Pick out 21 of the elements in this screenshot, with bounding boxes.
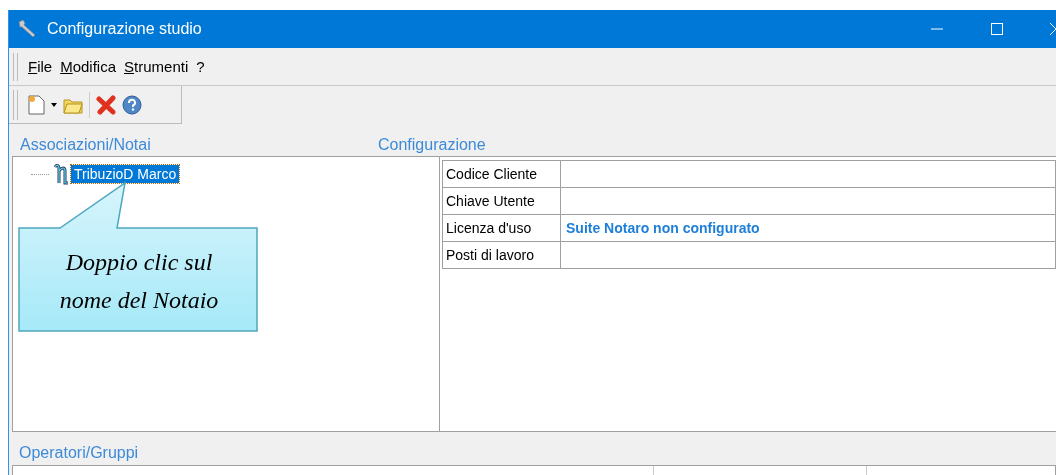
property-value: Suite Notaro non configurato — [561, 215, 1056, 242]
callout-text: Doppio clic sul nome del Notaio — [59, 247, 219, 315]
tree-item[interactable]: TribuzioD Marco — [71, 165, 180, 183]
menu-item[interactable]: Strumenti — [120, 58, 193, 75]
property-label: Posti di lavoro — [443, 242, 561, 269]
section-title: Associazioni/Notai — [20, 136, 152, 154]
caret-icon[interactable] — [51, 102, 57, 107]
property-label: Codice Cliente — [443, 161, 561, 188]
section-title: Configurazione — [378, 136, 486, 154]
menu-item[interactable]: File — [24, 58, 57, 75]
property-label: Licenza d'uso — [443, 215, 561, 242]
window-title: Configurazione studio — [47, 20, 203, 38]
maximize-icon[interactable] — [991, 23, 1003, 35]
tree-node-icon — [53, 163, 71, 185]
help-icon[interactable] — [122, 94, 142, 115]
menu-item[interactable]: ? — [192, 58, 209, 75]
property-label: Chiave Utente — [443, 188, 561, 215]
section-title: Operatori/Gruppi — [19, 444, 139, 462]
menu-item[interactable]: Modifica — [56, 58, 121, 75]
new-document-icon[interactable] — [28, 94, 45, 115]
delete-icon[interactable] — [96, 94, 116, 115]
